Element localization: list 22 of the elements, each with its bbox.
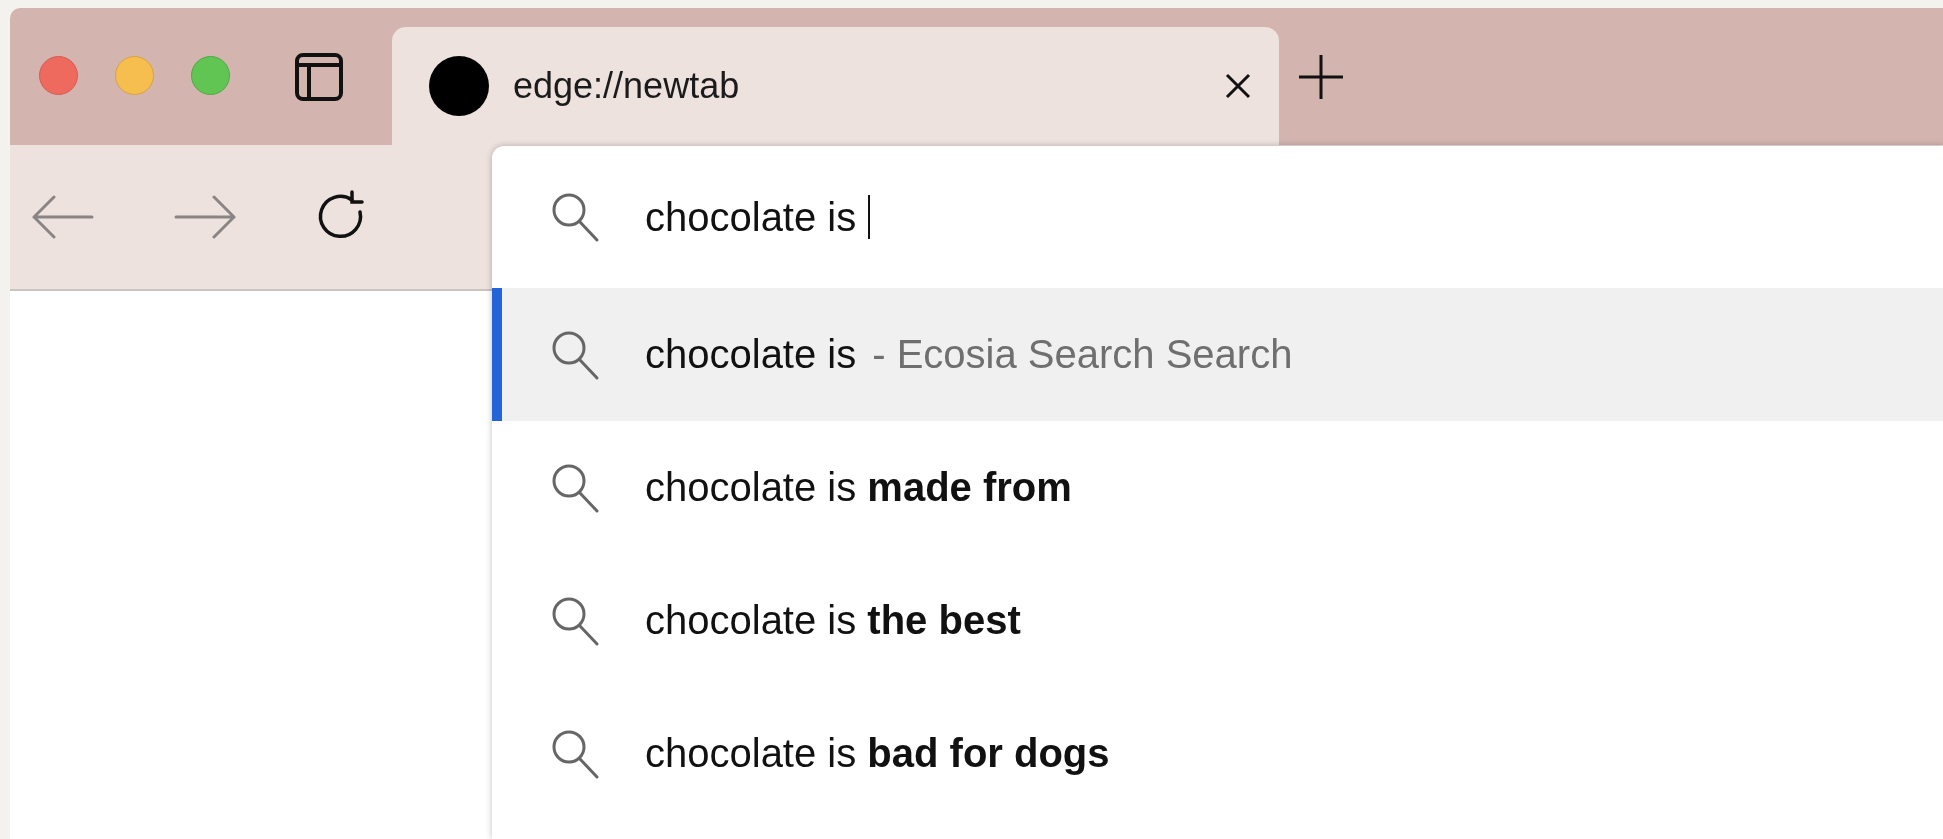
suggestion-item[interactable]: chocolate is - Ecosia Search Search [492,288,1943,421]
favicon-icon [429,56,489,116]
new-tab-icon[interactable] [1299,54,1343,99]
suggestion-text: chocolate is [645,332,857,377]
browser-tab[interactable]: edge://newtab [392,27,1279,145]
tab-title: edge://newtab [513,65,741,107]
suggestion-text: chocolate is made from [645,465,1072,510]
suggestion-item[interactable]: chocolate is bad for dogs [492,687,1943,820]
forward-icon[interactable] [174,195,236,239]
search-engine-hint: - Ecosia Search Search [872,332,1293,377]
suggestion-text: chocolate is bad for dogs [645,731,1110,776]
suggestion-item[interactable]: chocolate is the best [492,554,1943,687]
address-text: chocolate is [645,194,871,240]
suggestion-text: chocolate is the best [645,598,1021,643]
search-icon [550,191,600,243]
sidebar-toggle-icon[interactable] [294,51,344,102]
back-icon[interactable] [32,195,94,239]
suggestion-item[interactable]: chocolate is made from [492,421,1943,554]
address-field[interactable]: chocolate is [492,146,1943,288]
close-window-button[interactable] [39,56,78,95]
close-tab-icon[interactable] [1225,73,1251,99]
maximize-window-button[interactable] [191,56,230,95]
